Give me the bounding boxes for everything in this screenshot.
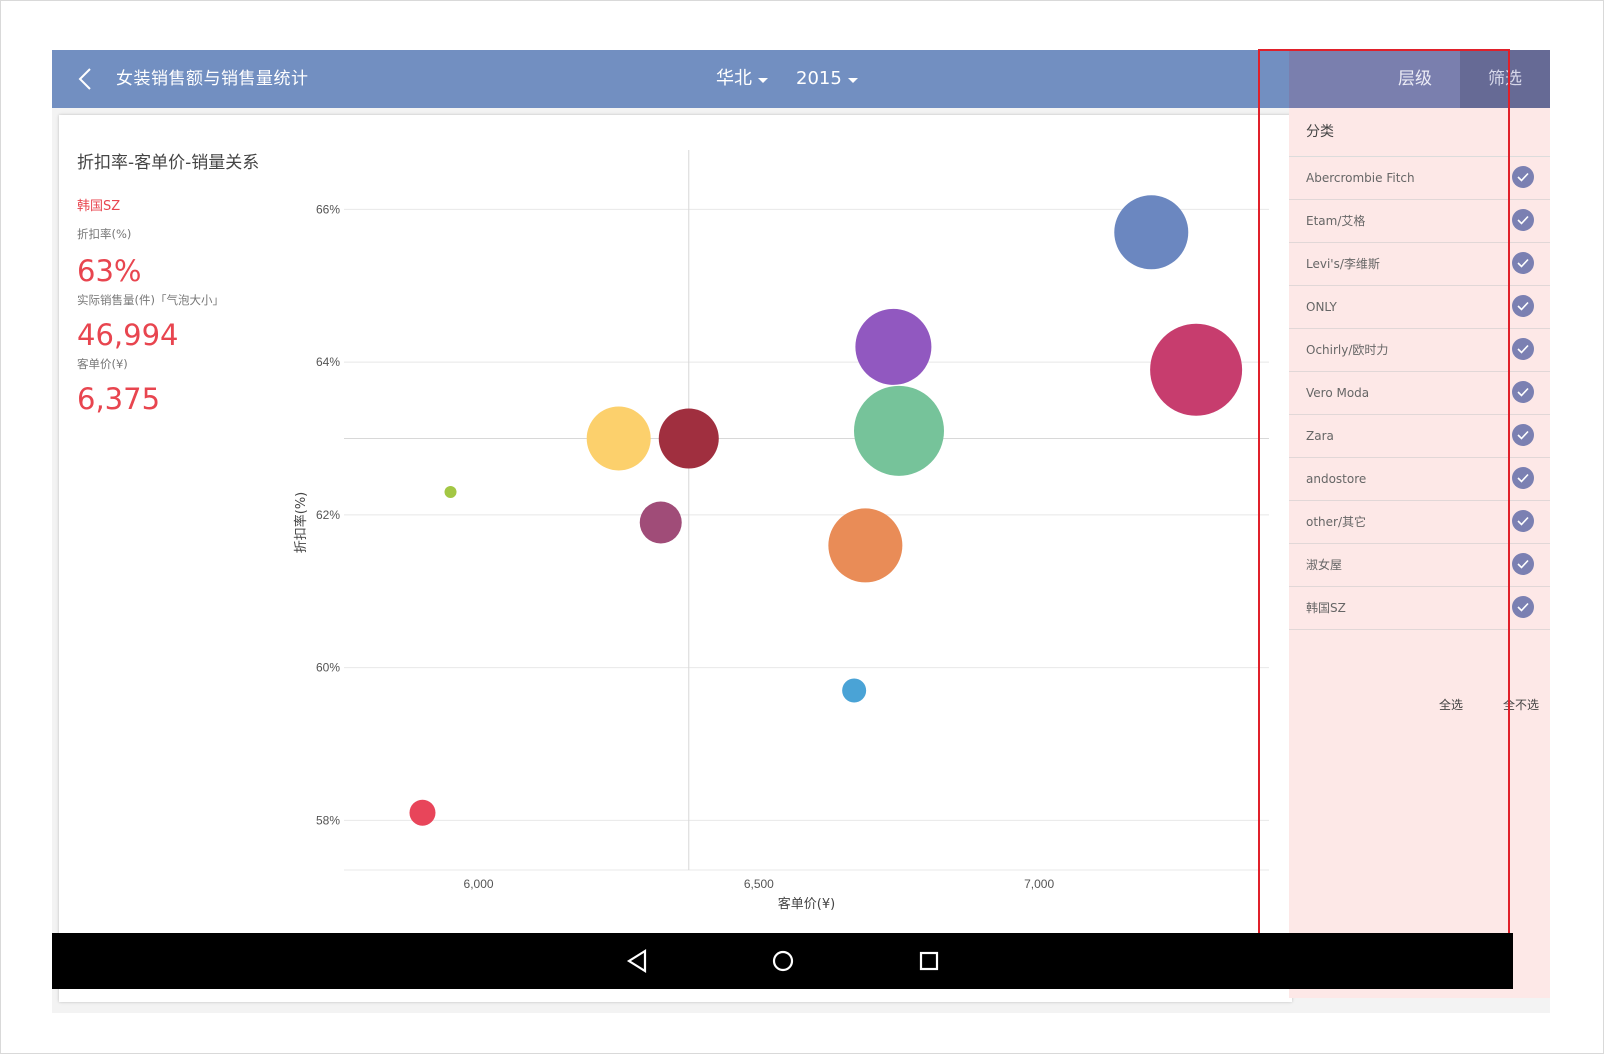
bubble-point (658, 408, 719, 469)
filter-list: Abercrombie Fitch Etam/艾格 Levi's/李维斯 ONLY Oc… (1289, 156, 1550, 630)
filter-item-label: Ochirly/欧时力 (1306, 343, 1389, 357)
checkmark-icon[interactable] (1512, 424, 1534, 446)
filter-item[interactable]: ONLY (1289, 286, 1550, 329)
filter-item[interactable]: Zara (1289, 415, 1550, 458)
triangle-back-icon (626, 949, 646, 973)
tablet-screen: 女装销售额与销售量统计 华北 2015 层级 筛选 折扣率-客单价-销量关系 韩… (52, 50, 1550, 1013)
filter-item-label: other/其它 (1306, 515, 1367, 529)
y-tick-label: 58% (316, 813, 340, 827)
filter-item-label: Zara (1306, 429, 1334, 443)
filter-item[interactable]: andostore (1289, 458, 1550, 501)
checkmark-icon[interactable] (1512, 209, 1534, 231)
select-none-button[interactable]: 全不选 (1503, 696, 1539, 713)
filter-item-label: Levi's/李维斯 (1306, 257, 1380, 271)
bubble-point (586, 406, 651, 471)
filter-actions: 全选 全不选 (1289, 696, 1550, 726)
bubble-layer (409, 195, 1243, 826)
page-title: 女装销售额与销售量统计 (116, 69, 309, 89)
checkmark-icon[interactable] (1512, 596, 1534, 618)
checkmark-icon[interactable] (1512, 252, 1534, 274)
y-tick-label: 64% (316, 355, 340, 369)
filter-item-label: Abercrombie Fitch (1306, 171, 1415, 185)
select-all-button[interactable]: 全选 (1439, 696, 1463, 713)
bubble-point (444, 485, 457, 498)
region-value: 华北 (716, 68, 752, 89)
chevron-left-icon (78, 68, 91, 90)
bubble-point (854, 385, 944, 476)
checkmark-icon[interactable] (1512, 166, 1534, 188)
filter-item-label: ONLY (1306, 300, 1337, 314)
filter-item[interactable]: Vero Moda (1289, 372, 1550, 415)
filter-item[interactable]: 淑女屋 (1289, 544, 1550, 587)
year-dropdown[interactable]: 2015 (796, 50, 858, 108)
x-axis-title: 客单价(¥) (778, 896, 835, 912)
nav-back-button[interactable] (619, 943, 655, 979)
checkmark-icon[interactable] (1512, 467, 1534, 489)
filter-item[interactable]: 韩国SZ (1289, 587, 1550, 630)
filter-item-label: Vero Moda (1306, 386, 1370, 400)
region-dropdown[interactable]: 华北 (716, 50, 768, 108)
y-tick-label: 60% (316, 661, 340, 675)
chart-card: 折扣率-客单价-销量关系 韩国SZ 折扣率(%) 63% 实际销售量(件)「气泡… (59, 115, 1292, 1002)
tab-hierarchy[interactable]: 层级 (1370, 50, 1460, 108)
bubble-point (639, 501, 682, 544)
x-tick-label: 7,000 (1024, 877, 1054, 891)
nav-recents-button[interactable] (911, 943, 947, 979)
bubble-point (1114, 195, 1189, 270)
filter-item[interactable]: Abercrombie Fitch (1289, 157, 1550, 200)
back-button[interactable] (66, 60, 104, 98)
bubble-point (1150, 323, 1243, 416)
filter-item-label: 淑女屋 (1306, 558, 1343, 572)
tab-filter[interactable]: 筛选 (1460, 50, 1550, 108)
caret-down-icon (847, 78, 858, 83)
bubble-point (855, 308, 932, 385)
filter-item-label: andostore (1306, 472, 1367, 486)
checkmark-icon[interactable] (1512, 295, 1534, 317)
bubble-point (409, 799, 436, 826)
bubble-chart: 58% 60% 62% 64% 66% 6,000 6,500 7,000 客单价(¥) 折扣率(… (293, 150, 1269, 912)
filter-panel: 分类 Abercrombie Fitch Etam/艾格 Levi's/李维斯 ONL… (1289, 108, 1550, 998)
filter-item-label: 韩国SZ (1306, 601, 1346, 615)
circle-home-icon (772, 950, 793, 972)
y-tick-label: 66% (316, 202, 340, 216)
top-app-bar: 女装销售额与销售量统计 华北 2015 层级 筛选 (52, 50, 1550, 108)
filter-item[interactable]: Levi's/李维斯 (1289, 243, 1550, 286)
y-axis-title: 折扣率(%) (293, 492, 309, 554)
axis-labels: 58% 60% 62% 64% 66% 6,000 6,500 7,000 客单价(¥) 折扣率(… (293, 202, 1054, 912)
filter-heading: 分类 (1306, 124, 1334, 140)
caret-down-icon (758, 78, 768, 83)
x-tick-label: 6,000 (464, 877, 494, 891)
panel-tabs: 层级 筛选 (1289, 50, 1550, 108)
android-nav-bar (52, 933, 1513, 989)
filter-item-label: Etam/艾格 (1306, 214, 1366, 228)
year-value: 2015 (796, 68, 842, 89)
nav-home-button[interactable] (765, 943, 801, 979)
bubble-point (842, 678, 867, 703)
checkmark-icon[interactable] (1512, 381, 1534, 403)
checkmark-icon[interactable] (1512, 338, 1534, 360)
checkmark-icon[interactable] (1512, 510, 1534, 532)
filter-item[interactable]: Ochirly/欧时力 (1289, 329, 1550, 372)
filter-item[interactable]: other/其它 (1289, 501, 1550, 544)
x-tick-label: 6,500 (744, 877, 774, 891)
square-recents-icon (919, 951, 938, 971)
bubble-point (828, 508, 903, 583)
y-tick-label: 62% (316, 508, 340, 522)
checkmark-icon[interactable] (1512, 553, 1534, 575)
filter-item[interactable]: Etam/艾格 (1289, 200, 1550, 243)
